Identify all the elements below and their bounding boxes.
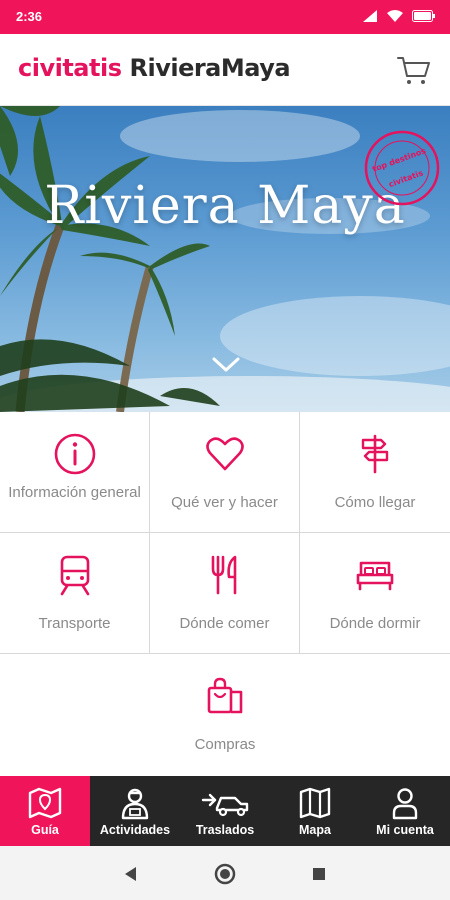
car-transfer-icon xyxy=(201,793,249,817)
top-destinos-stamp: top destinos civitatis xyxy=(364,130,440,206)
menu-item-label: Información general xyxy=(8,484,141,501)
menu-item-como-llegar[interactable]: Cómo llegar xyxy=(300,412,450,533)
nav-tab-actividades[interactable]: Actividades xyxy=(90,776,180,846)
guide-menu-grid: Información general Qué ver y hacer Cómo… xyxy=(0,412,450,776)
brand-city: RivieraMaya xyxy=(129,54,291,82)
menu-item-informacion-general[interactable]: Información general xyxy=(0,412,150,533)
map-icon xyxy=(28,787,62,819)
signal-icon xyxy=(363,10,377,22)
shopping-bags-icon xyxy=(207,677,243,714)
menu-item-label: Qué ver y hacer xyxy=(171,494,278,511)
back-icon[interactable] xyxy=(118,861,144,887)
wifi-icon xyxy=(387,10,403,22)
stamp-bottom-text: civitatis xyxy=(387,168,424,189)
menu-item-label: Dónde dormir xyxy=(329,615,421,632)
folded-map-icon xyxy=(299,787,331,819)
train-icon xyxy=(60,555,89,596)
menu-item-label: Dónde comer xyxy=(179,615,270,632)
info-icon xyxy=(54,433,95,475)
cart-icon[interactable] xyxy=(396,52,432,88)
nav-tab-guia[interactable]: Guía xyxy=(0,776,90,846)
brand-logo[interactable]: civitatis RivieraMaya xyxy=(18,54,291,82)
bed-icon xyxy=(356,561,394,591)
menu-item-label: Cómo llegar xyxy=(334,494,416,511)
nav-tab-label: Mi cuenta xyxy=(376,823,434,837)
status-bar: 2:36 xyxy=(0,0,450,34)
bottom-navigation: Guía Actividades Traslados Mapa Mi cuent… xyxy=(0,776,450,846)
chevron-down-icon[interactable] xyxy=(210,354,242,376)
menu-item-label: Transporte xyxy=(38,615,111,632)
app-header: civitatis RivieraMaya xyxy=(0,34,450,106)
user-icon xyxy=(392,788,418,820)
recents-icon[interactable] xyxy=(306,861,332,887)
fork-knife-icon xyxy=(211,555,236,595)
signpost-icon xyxy=(361,434,389,474)
nav-tab-label: Actividades xyxy=(99,823,171,837)
nav-tab-label: Traslados xyxy=(195,823,255,837)
hero-banner: Riviera Maya top destinos civitatis xyxy=(0,106,450,412)
menu-item-label: Compras xyxy=(194,736,256,753)
nav-tab-label: Guía xyxy=(31,823,59,837)
nav-tab-mi-cuenta[interactable]: Mi cuenta xyxy=(360,776,450,846)
nav-tab-mapa[interactable]: Mapa xyxy=(270,776,360,846)
battery-icon xyxy=(412,10,435,22)
nav-tab-label: Mapa xyxy=(299,823,331,837)
menu-item-transporte[interactable]: Transporte xyxy=(0,533,150,654)
nav-tab-traslados[interactable]: Traslados xyxy=(180,776,270,846)
guide-person-icon xyxy=(121,788,149,820)
menu-item-donde-comer[interactable]: Dónde comer xyxy=(150,533,300,654)
menu-item-donde-dormir[interactable]: Dónde dormir xyxy=(300,533,450,654)
status-icons xyxy=(362,9,436,23)
menu-item-compras[interactable]: Compras xyxy=(0,654,450,776)
home-icon[interactable] xyxy=(212,861,238,887)
heart-icon xyxy=(205,437,244,471)
brand-name: civitatis xyxy=(18,54,122,82)
menu-item-que-ver-y-hacer[interactable]: Qué ver y hacer xyxy=(150,412,300,533)
status-time: 2:36 xyxy=(16,9,43,24)
system-navigation-bar xyxy=(0,846,450,900)
